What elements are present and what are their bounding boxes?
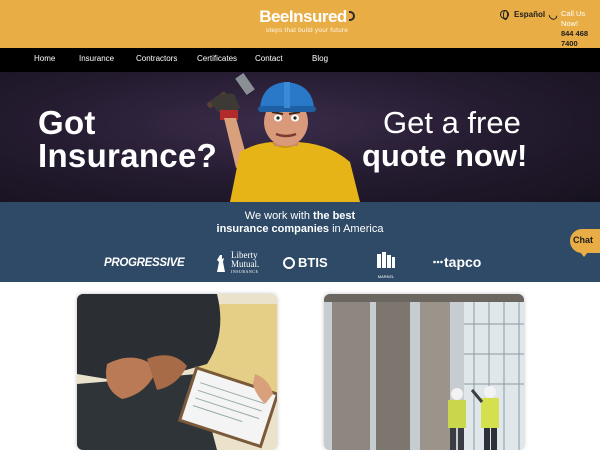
- card-construction-image[interactable]: [324, 294, 524, 450]
- tapco-dots-icon: [433, 260, 443, 264]
- markel-logo: MARKEL: [376, 252, 396, 279]
- language-label: Español: [514, 10, 546, 19]
- partners-heading2-post: in America: [329, 223, 384, 235]
- person-clipboard-photo: [77, 294, 277, 450]
- tapco-text: tapco: [444, 254, 482, 270]
- nav-contact[interactable]: Contact: [255, 54, 283, 63]
- hero-left-line1: Got: [38, 104, 96, 141]
- partners-band: We work with the best insurance companie…: [0, 202, 600, 282]
- page: BeeInsured steps that build your future …: [0, 0, 600, 450]
- phone-icon: [546, 9, 559, 22]
- liberty-sub: INSURANCE: [231, 269, 259, 274]
- hero-banner[interactable]: Got Insurance? Get a free quote now!: [0, 72, 600, 202]
- btis-ring-icon: [283, 256, 295, 269]
- progressive-logo: PROGRESSIVE: [104, 257, 185, 269]
- top-header-bar: BeeInsured steps that build your future …: [0, 0, 600, 48]
- hero-headline-right-1: Get a free: [383, 105, 521, 140]
- language-switcher[interactable]: Español: [500, 10, 546, 20]
- construction-worker-image: [207, 72, 360, 202]
- partners-heading-1: We work with the best: [0, 210, 600, 222]
- phone-number: 844 468 7400: [560, 29, 589, 48]
- nav-certificates[interactable]: Certificates: [197, 54, 237, 63]
- main-nav: Home Insurance Contractors Certificates …: [0, 48, 600, 72]
- partners-heading2-bold: insurance companies: [216, 223, 330, 235]
- btis-text: BTIS: [298, 255, 328, 270]
- liberty-mutual-logo: Liberty Mutual. INSURANCE: [214, 251, 259, 277]
- statue-of-liberty-icon: [217, 254, 225, 272]
- chat-button[interactable]: Chat: [570, 229, 600, 257]
- call-us[interactable]: Call Us Now! 844 468 7400: [546, 9, 600, 49]
- card-clipboard-image[interactable]: [77, 294, 277, 450]
- partners-heading-pre: We work with: [244, 210, 314, 222]
- hero-left-line2: Insurance?: [38, 137, 218, 174]
- logo-tagline: steps that build your future: [265, 27, 349, 34]
- hero-headline-left: Got Insurance?: [38, 106, 217, 172]
- partners-heading-2: insurance companies in America: [0, 223, 600, 235]
- tapco-logo: tapco: [433, 254, 481, 270]
- liberty-line2: Mutual.: [231, 258, 260, 269]
- globe-icon: [500, 10, 509, 20]
- call-text: Call Us Now! 844 468 7400: [561, 9, 600, 49]
- call-label: Call Us Now!: [560, 9, 586, 28]
- markel-text: MARKEL: [377, 274, 395, 279]
- logo-bee: Bee: [259, 7, 289, 26]
- logo-mark-icon: [348, 11, 355, 21]
- markel-building-icon: [377, 252, 395, 268]
- nav-contractors[interactable]: Contractors: [136, 54, 177, 63]
- hero-headline-right-2: quote now!: [362, 138, 528, 173]
- btis-logo: BTIS: [283, 255, 328, 270]
- logo-insured: Insured: [288, 7, 347, 26]
- nav-home[interactable]: Home: [34, 54, 55, 63]
- construction-site-photo: [324, 294, 524, 450]
- partners-heading-bold: the best: [313, 210, 356, 222]
- nav-blog[interactable]: Blog: [312, 54, 328, 63]
- logo-wordmark: BeeInsured: [252, 7, 362, 27]
- nav-insurance[interactable]: Insurance: [79, 54, 114, 63]
- site-logo[interactable]: BeeInsured steps that build your future: [252, 7, 362, 34]
